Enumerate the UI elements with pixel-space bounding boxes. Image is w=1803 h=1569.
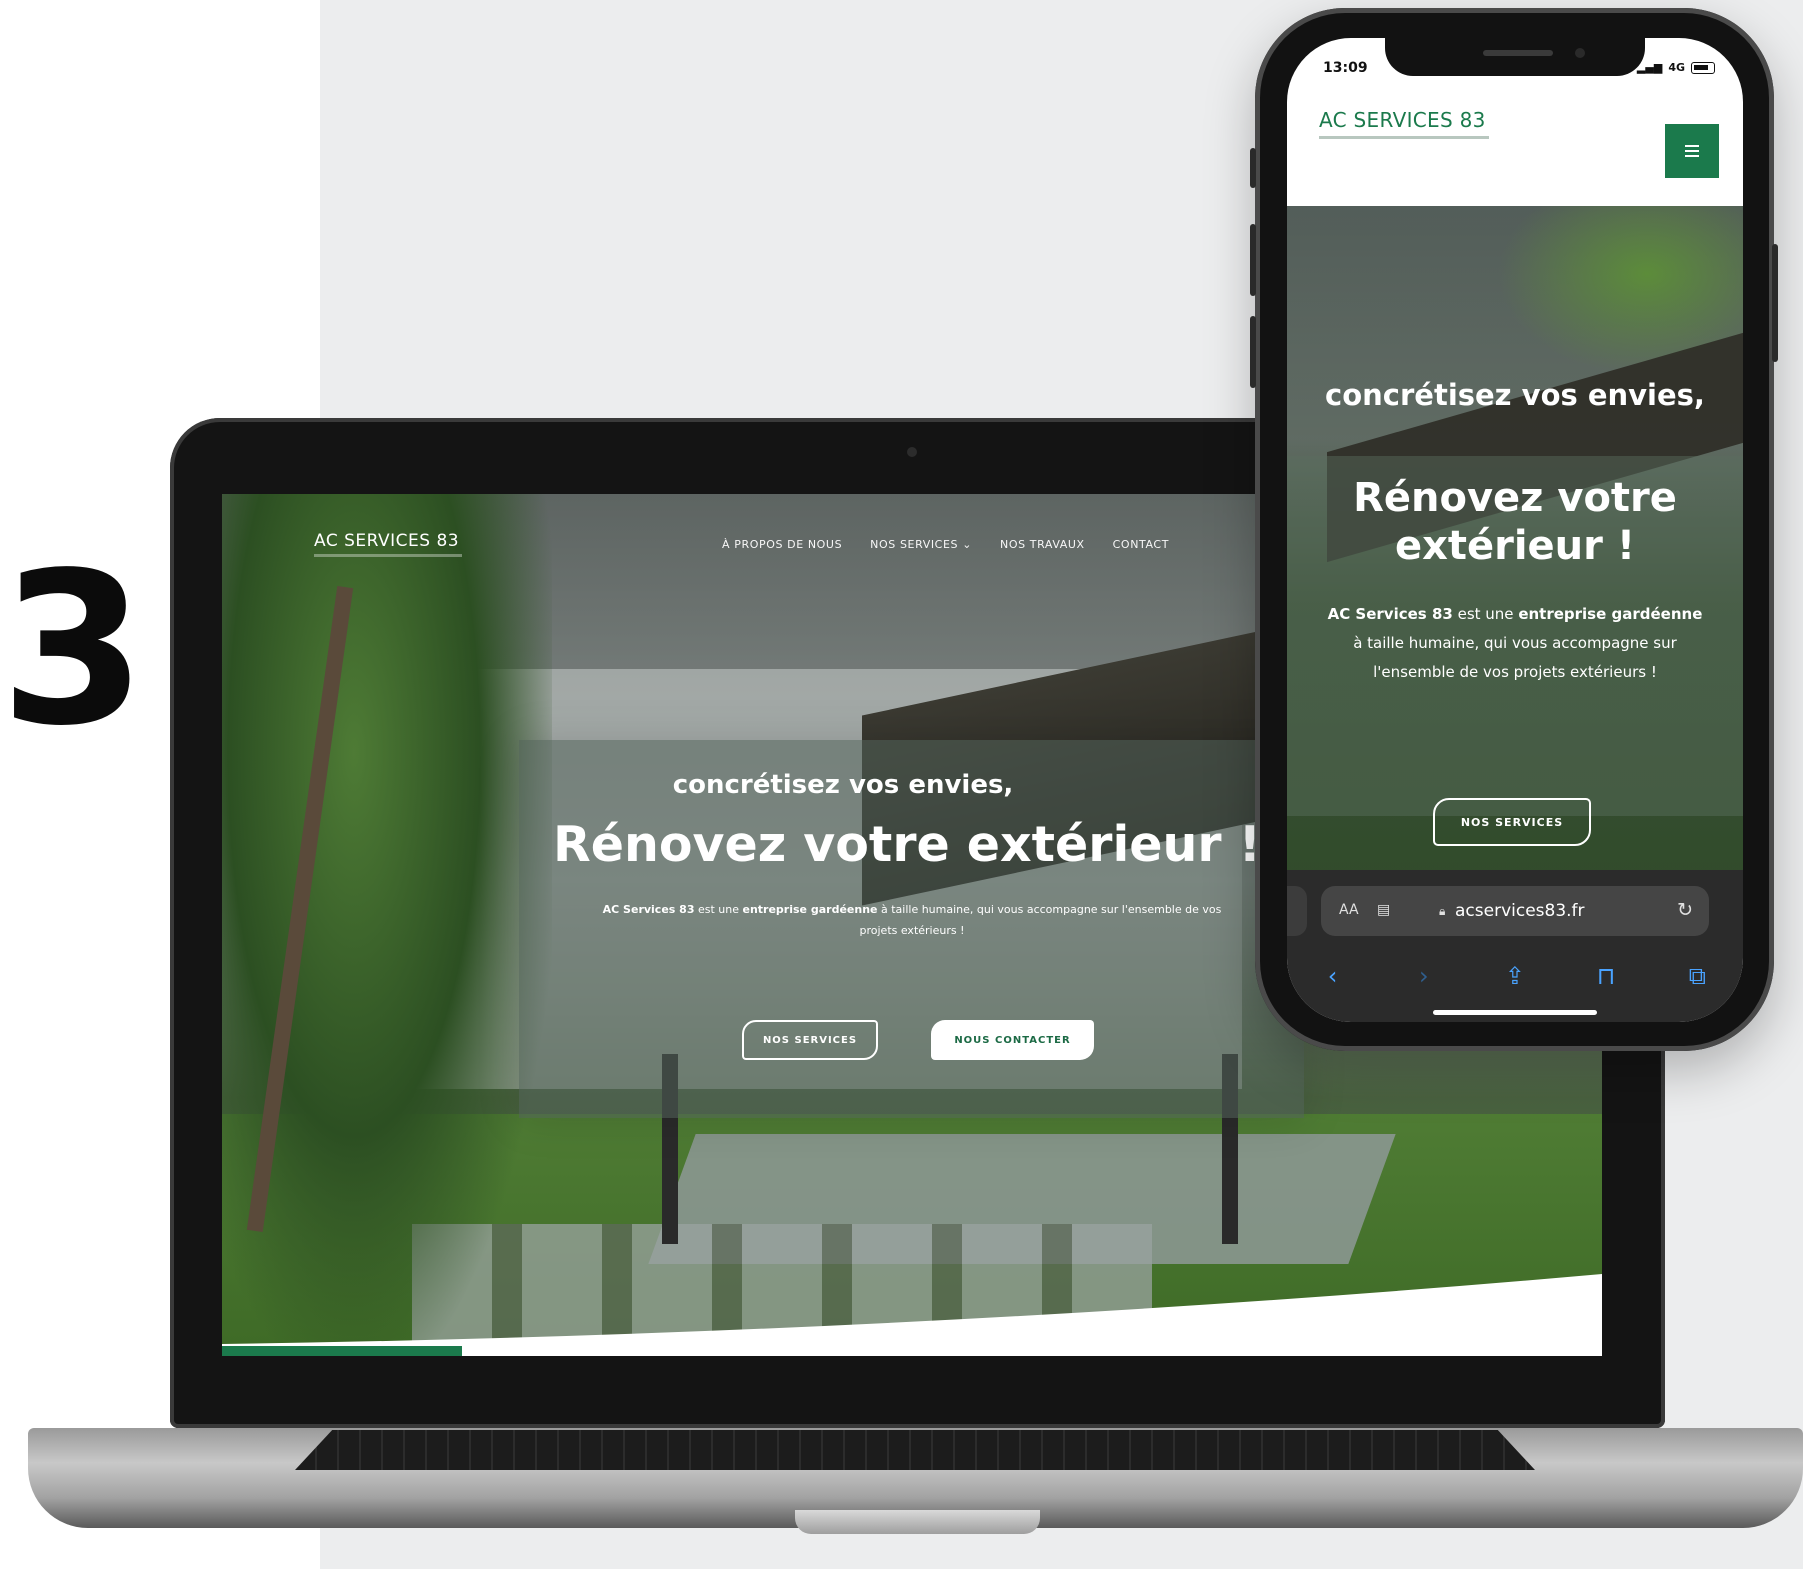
status-time: 13:09 bbox=[1323, 60, 1368, 76]
tabs-icon[interactable]: ⧉ bbox=[1677, 962, 1717, 990]
mobile-desc-text: à taille humaine, qui vous accompagne su… bbox=[1353, 634, 1677, 681]
laptop-trackpad-notch bbox=[795, 1510, 1040, 1534]
mobile-hero-kicker: concrétisez vos envies, bbox=[1325, 378, 1705, 412]
phone-side-button bbox=[1250, 148, 1256, 188]
reader-icon[interactable]: ▤ bbox=[1377, 902, 1390, 918]
safari-address-bar[interactable]: AA ▤ 🔒︎ acservices83.fr ↻ bbox=[1321, 886, 1709, 936]
mobile-logo[interactable]: AC SERVICES 83 bbox=[1319, 108, 1486, 132]
phone-power-button bbox=[1772, 244, 1778, 362]
mobile-website: 13:09 ▂▄▆ 4G AC SERVICES 83 concrétisez … bbox=[1287, 38, 1743, 1022]
mobile-desc-company: AC Services 83 bbox=[1327, 605, 1453, 623]
laptop-camera bbox=[907, 447, 917, 457]
phone-notch bbox=[1385, 38, 1645, 76]
forward-icon[interactable]: › bbox=[1404, 962, 1444, 990]
status-indicators: ▂▄▆ 4G bbox=[1637, 61, 1715, 74]
mobile-hero-title: Rénovez votre extérieur ! bbox=[1353, 475, 1677, 569]
nav-item-works[interactable]: NOS TRAVAUX bbox=[1000, 538, 1085, 551]
mobile-desc-highlight: entreprise gardéenne bbox=[1518, 605, 1703, 623]
laptop-keyboard bbox=[295, 1430, 1535, 1470]
bookmarks-icon[interactable]: ⊓ bbox=[1586, 962, 1626, 990]
reload-icon[interactable]: ↻ bbox=[1677, 899, 1693, 921]
desktop-nav: À PROPOS DE NOUS NOS SERVICES ⌄ NOS TRAV… bbox=[722, 538, 1169, 551]
nav-item-contact[interactable]: CONTACT bbox=[1113, 538, 1169, 551]
safari-toolbar: ‹ › ⇪ ⊓ ⧉ bbox=[1287, 956, 1743, 996]
hero-desc-text: est une bbox=[694, 903, 743, 916]
safari-previous-tab[interactable] bbox=[1287, 886, 1307, 936]
desktop-logo[interactable]: AC SERVICES 83 bbox=[314, 531, 459, 551]
nav-item-about[interactable]: À PROPOS DE NOUS bbox=[722, 538, 842, 551]
services-button[interactable]: NOS SERVICES bbox=[742, 1020, 878, 1060]
hero-description: AC Services 83 est une entreprise gardée… bbox=[582, 899, 1242, 941]
signal-icon: ▂▄▆ bbox=[1636, 61, 1663, 74]
lock-icon: 🔒︎ bbox=[1439, 904, 1446, 918]
hero-desc-company: AC Services 83 bbox=[602, 903, 695, 916]
safari-domain[interactable]: acservices83.fr bbox=[1455, 901, 1585, 921]
battery-icon bbox=[1691, 61, 1715, 74]
share-icon[interactable]: ⇪ bbox=[1495, 962, 1535, 990]
network-label: 4G bbox=[1668, 61, 1685, 74]
phone-volume-down bbox=[1250, 316, 1256, 388]
hero-desc-highlight: entreprise gardéenne bbox=[742, 903, 878, 916]
hero-photo-tree bbox=[222, 494, 552, 1356]
text-size-button[interactable]: AA bbox=[1339, 902, 1359, 918]
back-icon[interactable]: ‹ bbox=[1313, 962, 1353, 990]
mobile-hero-description: AC Services 83 est une entreprise gardée… bbox=[1321, 600, 1709, 687]
mobile-desc-text: est une bbox=[1452, 605, 1519, 623]
hero-bottom-wave bbox=[222, 1274, 1602, 1356]
step-number: 3 bbox=[0, 527, 146, 772]
nav-item-services[interactable]: NOS SERVICES ⌄ bbox=[870, 538, 972, 551]
desktop-logo-tagline bbox=[314, 554, 462, 557]
phone-speaker bbox=[1483, 50, 1553, 56]
contact-button[interactable]: NOUS CONTACTER bbox=[931, 1020, 1094, 1060]
phone-volume-up bbox=[1250, 224, 1256, 296]
phone-camera bbox=[1575, 48, 1585, 58]
mobile-logo-tagline bbox=[1319, 136, 1489, 139]
hero-desc-text: à taille humaine, qui vous accompagne su… bbox=[859, 903, 1222, 937]
home-indicator[interactable] bbox=[1433, 1010, 1597, 1015]
safari-bottom-bar: AA ▤ 🔒︎ acservices83.fr ↻ ‹ › ⇪ ⊓ ⧉ bbox=[1287, 870, 1743, 1022]
hamburger-menu-icon[interactable] bbox=[1665, 124, 1719, 178]
mobile-services-button[interactable]: NOS SERVICES bbox=[1433, 798, 1591, 846]
